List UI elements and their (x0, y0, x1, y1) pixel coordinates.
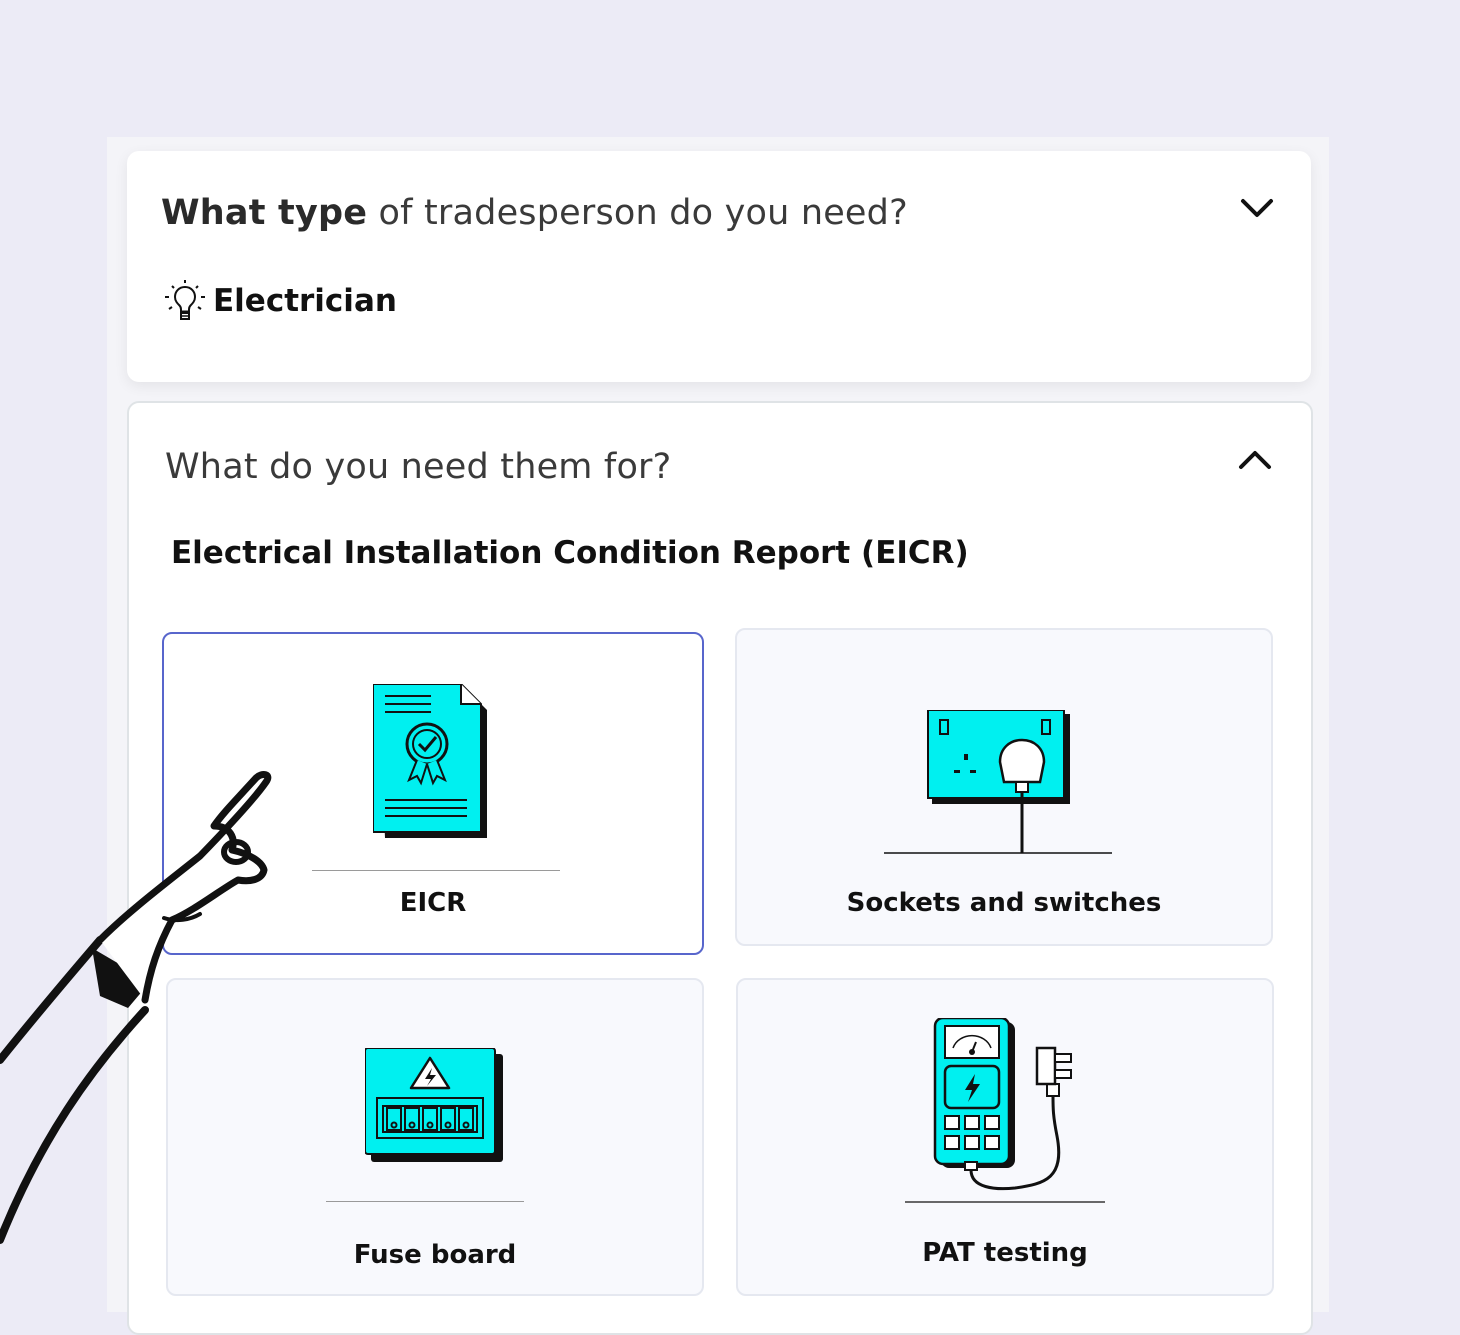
socket-icon (884, 710, 1112, 854)
pat-tester-icon (905, 1018, 1105, 1203)
job-type-question: What do you need them for? (165, 447, 672, 487)
selected-job-subtitle: Electrical Installation Condition Report… (171, 535, 969, 571)
option-pat-testing[interactable]: PAT testing (736, 978, 1274, 1296)
option-divider (312, 870, 560, 871)
chevron-up-icon[interactable] (1231, 435, 1279, 483)
fuse-board-icon (365, 1048, 503, 1162)
selected-trade: Electrician (163, 279, 397, 323)
option-divider (326, 1201, 524, 1202)
chevron-down-icon[interactable] (1233, 185, 1281, 233)
pointing-hand-icon (0, 771, 272, 1244)
option-label: Sockets and switches (846, 888, 1162, 918)
certificate-icon (373, 684, 487, 838)
option-label: PAT testing (922, 1238, 1088, 1268)
option-sockets-and-switches[interactable]: Sockets and switches (735, 628, 1273, 946)
trade-type-question: What type of tradesperson do you need? (161, 193, 908, 233)
selected-trade-label: Electrician (213, 283, 397, 319)
trade-type-card[interactable]: What type of tradesperson do you need? E… (127, 151, 1311, 382)
lightbulb-icon (165, 280, 205, 320)
